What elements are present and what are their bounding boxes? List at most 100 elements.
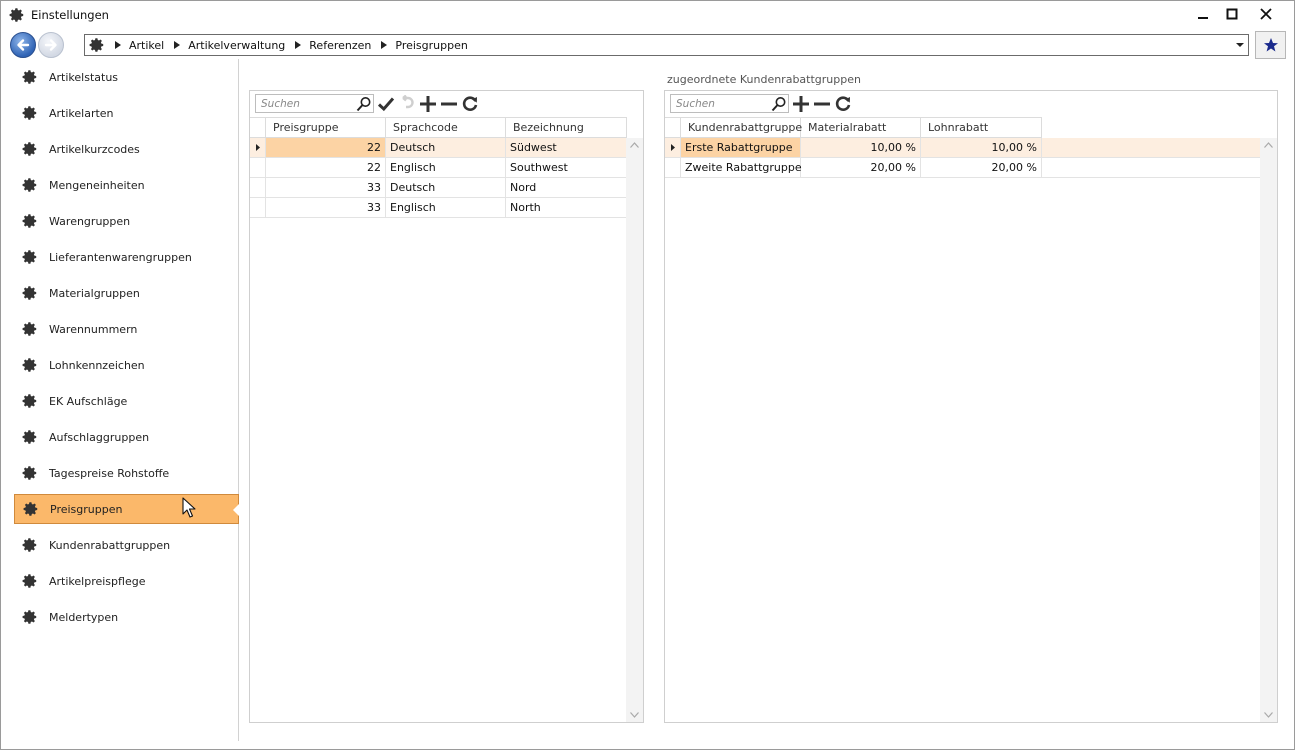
sidebar-item-warengruppen[interactable]: Warengruppen: [14, 206, 239, 236]
sidebar-item-lohnkennzeichen[interactable]: Lohnkennzeichen: [14, 350, 239, 380]
column-header-preisgruppe[interactable]: Preisgruppe: [266, 118, 386, 137]
row-indicator[interactable]: [250, 198, 266, 217]
search-input[interactable]: [256, 95, 356, 112]
column-header-sprachcode[interactable]: Sprachcode: [386, 118, 506, 137]
sidebar-item-artikelarten[interactable]: Artikelarten: [14, 98, 239, 128]
vertical-scrollbar[interactable]: [1260, 138, 1277, 722]
favorite-button[interactable]: [1255, 31, 1286, 59]
forward-button[interactable]: [38, 32, 64, 58]
chevron-down-icon[interactable]: [630, 712, 639, 718]
breadcrumb: Artikel Artikelverwaltung Referenzen Pre…: [111, 38, 474, 52]
checkmark-icon: [377, 97, 395, 112]
arrow-left-icon: [17, 39, 30, 51]
search-box[interactable]: [670, 94, 789, 113]
sidebar-item-materialgruppen[interactable]: Materialgruppen: [14, 278, 239, 308]
maximize-button[interactable]: [1215, 1, 1249, 27]
column-header-bezeichnung[interactable]: Bezeichnung: [506, 118, 627, 137]
column-header-lohnrabatt[interactable]: Lohnrabatt: [921, 118, 1042, 137]
vertical-scrollbar[interactable]: [626, 138, 643, 722]
table-row[interactable]: 22 Deutsch Südwest: [250, 138, 627, 158]
refresh-button[interactable]: [833, 94, 853, 114]
search-box[interactable]: [255, 94, 374, 113]
sidebar-item-artikelkurzcodes[interactable]: Artikelkurzcodes: [14, 134, 239, 164]
refresh-button[interactable]: [460, 94, 480, 114]
chevron-right-icon[interactable]: [170, 38, 184, 52]
cell-lohnrabatt[interactable]: 10,00 %: [921, 138, 1042, 157]
remove-button[interactable]: [812, 94, 832, 114]
chevron-down-icon[interactable]: [1235, 40, 1245, 50]
row-indicator[interactable]: [665, 158, 681, 177]
sidebar-item-artikelstatus[interactable]: Artikelstatus: [14, 62, 239, 92]
sidebar-item-preisgruppen[interactable]: Preisgruppen: [14, 494, 239, 524]
plus-icon: [793, 96, 809, 112]
back-button[interactable]: [10, 32, 36, 58]
cell-kundenrabattgruppe[interactable]: Zweite Rabattgruppe: [681, 158, 802, 177]
row-indicator[interactable]: [665, 138, 681, 157]
sidebar-item-ek-aufschläge[interactable]: EK Aufschläge: [14, 386, 239, 416]
breadcrumb-item[interactable]: Referenzen: [305, 39, 377, 52]
save-button[interactable]: [376, 94, 396, 114]
chevron-up-icon[interactable]: [630, 142, 639, 148]
breadcrumb-item[interactable]: Preisgruppen: [391, 39, 473, 52]
chevron-down-icon[interactable]: [1264, 712, 1273, 718]
minimize-icon: [1198, 17, 1208, 19]
cell-bezeichnung[interactable]: North: [506, 198, 627, 217]
search-input[interactable]: [671, 95, 771, 112]
cell-preisgruppe[interactable]: 22: [266, 158, 386, 177]
column-header-kundenrabattgruppe[interactable]: Kundenrabattgruppe: [681, 118, 802, 137]
cell-lohnrabatt[interactable]: 20,00 %: [921, 158, 1042, 177]
add-button[interactable]: [418, 94, 438, 114]
sidebar-item-mengeneinheiten[interactable]: Mengeneinheiten: [14, 170, 239, 200]
sidebar-item-tagespreise-rohstoffe[interactable]: Tagespreise Rohstoffe: [14, 458, 239, 488]
cell-preisgruppe[interactable]: 33: [266, 178, 386, 197]
table-row[interactable]: Erste Rabattgruppe 10,00 % 10,00 %: [665, 138, 1260, 158]
chevron-right-icon[interactable]: [377, 38, 391, 52]
cell-preisgruppe[interactable]: 22: [266, 138, 386, 157]
cell-sprachcode[interactable]: Englisch: [386, 198, 506, 217]
chevron-up-icon[interactable]: [1264, 142, 1273, 148]
gear-icon: [22, 430, 37, 444]
cell-sprachcode[interactable]: Englisch: [386, 158, 506, 177]
sidebar-item-meldertypen[interactable]: Meldertypen: [14, 602, 239, 632]
chevron-right-icon[interactable]: [291, 38, 305, 52]
row-indicator[interactable]: [250, 178, 266, 197]
cell-preisgruppe[interactable]: 33: [266, 198, 386, 217]
close-button[interactable]: [1249, 1, 1283, 27]
gear-icon: [22, 394, 37, 408]
cell-bezeichnung[interactable]: Southwest: [506, 158, 627, 177]
row-indicator[interactable]: [250, 158, 266, 177]
table-row[interactable]: Zweite Rabattgruppe 20,00 % 20,00 %: [665, 158, 1260, 178]
add-button[interactable]: [791, 94, 811, 114]
remove-button[interactable]: [439, 94, 459, 114]
table-row[interactable]: 22 Englisch Southwest: [250, 158, 627, 178]
sidebar-item-kundenrabattgruppen[interactable]: Kundenrabattgruppen: [14, 530, 239, 560]
column-header-materialrabatt[interactable]: Materialrabatt: [801, 118, 921, 137]
sidebar-item-warennummern[interactable]: Warennummern: [14, 314, 239, 344]
breadcrumb-item[interactable]: Artikelverwaltung: [184, 39, 291, 52]
cell-bezeichnung[interactable]: Nord: [506, 178, 627, 197]
cell-sprachcode[interactable]: Deutsch: [386, 138, 506, 157]
cell-kundenrabattgruppe[interactable]: Erste Rabattgruppe: [681, 138, 801, 157]
cell-materialrabatt[interactable]: 20,00 %: [801, 158, 921, 177]
undo-button[interactable]: [397, 94, 417, 114]
chevron-right-icon[interactable]: [111, 38, 125, 52]
cell-bezeichnung[interactable]: Südwest: [506, 138, 627, 157]
gear-icon: [22, 286, 37, 300]
address-bar[interactable]: Artikel Artikelverwaltung Referenzen Pre…: [84, 34, 1249, 56]
customer-discount-groups-grid: Kundenrabattgruppe Materialrabatt Lohnra…: [664, 90, 1278, 723]
breadcrumb-item[interactable]: Artikel: [125, 39, 170, 52]
sidebar-item-lieferantenwarengruppen[interactable]: Lieferantenwarengruppen: [14, 242, 239, 272]
table-row[interactable]: 33 Englisch North: [250, 198, 627, 218]
sidebar-item-aufschlaggruppen[interactable]: Aufschlaggruppen: [14, 422, 239, 452]
sidebar-item-artikelpreispflege[interactable]: Artikelpreispflege: [14, 566, 239, 596]
navigation-bar: Artikel Artikelverwaltung Referenzen Pre…: [1, 31, 1294, 61]
cell-sprachcode[interactable]: Deutsch: [386, 178, 506, 197]
gear-icon: [22, 538, 37, 552]
sidebar-item-label: Lohnkennzeichen: [49, 358, 145, 372]
search-icon[interactable]: [356, 96, 372, 112]
search-icon[interactable]: [771, 96, 787, 112]
row-indicator[interactable]: [250, 138, 266, 157]
table-row[interactable]: 33 Deutsch Nord: [250, 178, 627, 198]
settings-window: Einstellungen Artikel Artikelverwaltung …: [0, 0, 1295, 750]
cell-materialrabatt[interactable]: 10,00 %: [801, 138, 921, 157]
